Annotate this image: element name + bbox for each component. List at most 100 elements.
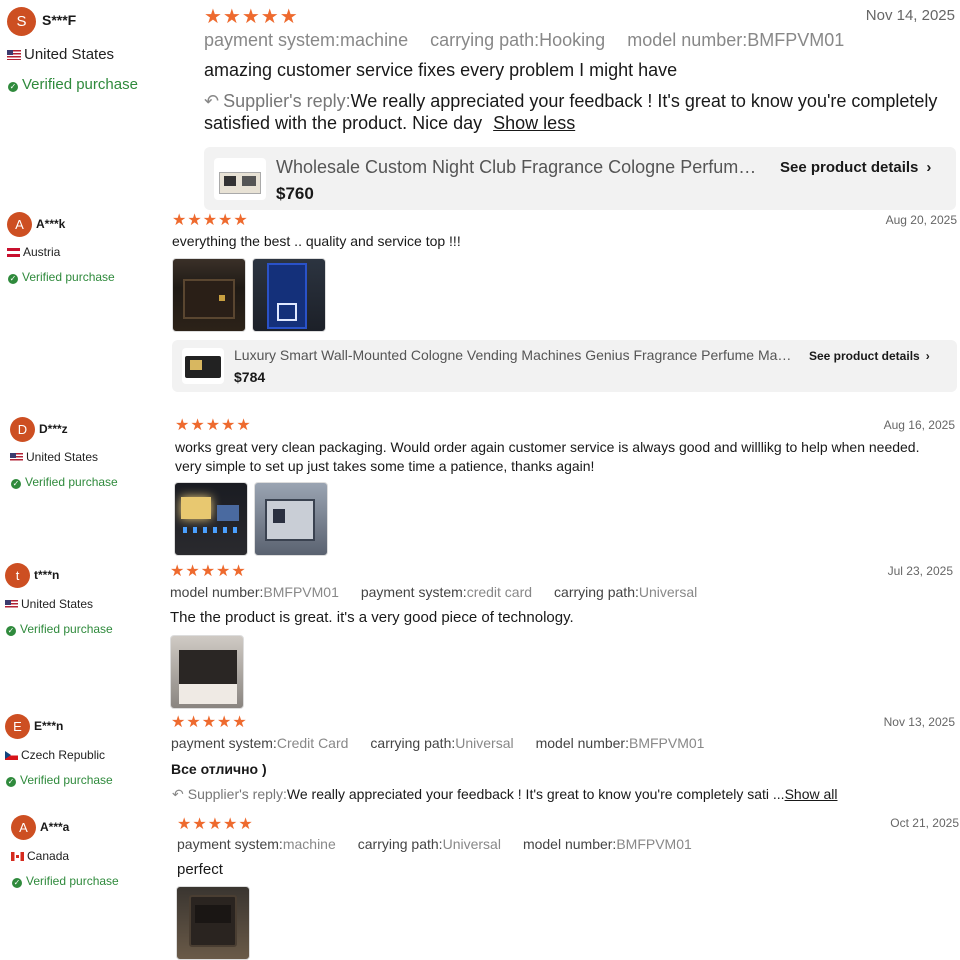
review-text: The the product is great. it's a very go… bbox=[170, 609, 574, 626]
see-details-label: See product details bbox=[809, 349, 920, 363]
verified-check-icon: ✓ bbox=[8, 274, 18, 284]
attr-value: Hooking bbox=[539, 30, 606, 50]
avatar: t bbox=[5, 563, 30, 588]
attr-key: payment system: bbox=[204, 30, 341, 50]
review-date: Aug 20, 2025 bbox=[885, 213, 957, 227]
reviewer-country: Austria bbox=[7, 245, 60, 259]
avatar: S bbox=[7, 7, 36, 36]
product-card[interactable]: Wholesale Custom Night Club Fragrance Co… bbox=[204, 147, 956, 210]
verified-check-icon: ✓ bbox=[8, 82, 18, 92]
review-photos bbox=[170, 635, 244, 709]
product-title[interactable]: Luxury Smart Wall-Mounted Cologne Vendin… bbox=[234, 347, 794, 363]
see-details-label: See product details bbox=[780, 159, 919, 176]
review-photo[interactable] bbox=[170, 635, 244, 709]
reviewer-country: United States bbox=[7, 46, 114, 63]
reply-text: We really appreciated your feedback ! It… bbox=[286, 786, 785, 802]
verified-label: Verified purchase bbox=[22, 76, 138, 93]
review-text: everything the best .. quality and servi… bbox=[172, 233, 461, 249]
review-date: Jul 23, 2025 bbox=[887, 564, 953, 578]
czech-flag-icon bbox=[5, 751, 18, 760]
review-photo[interactable] bbox=[252, 258, 326, 332]
attr-value: credit card bbox=[466, 584, 533, 600]
verified-check-icon: ✓ bbox=[6, 777, 16, 787]
reply-label: Supplier's reply: bbox=[187, 786, 287, 802]
attr-value: BMFPVM01 bbox=[616, 836, 692, 852]
product-price: $784 bbox=[234, 369, 266, 385]
verified-label: Verified purchase bbox=[22, 270, 115, 284]
star-rating: ★★★★★ bbox=[204, 6, 299, 28]
verified-badge: ✓ Verified purchase bbox=[11, 475, 118, 489]
reviewer-name: E***n bbox=[34, 719, 64, 733]
product-thumbnail bbox=[182, 348, 224, 384]
attr-key: carrying path: bbox=[430, 30, 540, 50]
reviewer-country: United States bbox=[10, 450, 98, 464]
reply-icon: ↶ bbox=[172, 786, 184, 802]
review-date: Aug 16, 2025 bbox=[883, 418, 955, 432]
austria-flag-icon bbox=[7, 248, 20, 257]
country-label: Canada bbox=[27, 849, 70, 863]
review-card: D D***z United States ✓ Verified purchase… bbox=[0, 410, 960, 560]
supplier-reply: ↶ Supplier's reply:We really appreciated … bbox=[204, 90, 956, 134]
product-card[interactable]: Luxury Smart Wall-Mounted Cologne Vendin… bbox=[172, 340, 957, 392]
verified-badge: ✓ Verified purchase bbox=[6, 773, 113, 787]
review-photos bbox=[172, 258, 326, 332]
verified-check-icon: ✓ bbox=[11, 479, 21, 489]
attr-key: model number: bbox=[170, 584, 264, 600]
reply-label: Supplier's reply: bbox=[223, 91, 351, 111]
verified-label: Verified purchase bbox=[25, 475, 118, 489]
avatar: E bbox=[5, 714, 30, 739]
verified-badge: ✓ Verified purchase bbox=[8, 270, 115, 284]
reviewer-name: t***n bbox=[34, 568, 60, 582]
review-photo[interactable] bbox=[254, 482, 328, 556]
product-thumbnail bbox=[214, 158, 266, 200]
review-date: Oct 21, 2025 bbox=[890, 816, 959, 830]
see-product-details-link[interactable]: See product details › bbox=[809, 349, 930, 363]
see-product-details-link[interactable]: See product details › bbox=[780, 159, 931, 176]
chevron-right-icon: › bbox=[925, 349, 930, 363]
show-less-link[interactable]: Show less bbox=[493, 113, 575, 133]
attr-key: payment system: bbox=[177, 836, 283, 852]
review-text: Все отлично ) bbox=[171, 761, 267, 777]
review-card: A A***a Canada ✓ Verified purchase ★★★★★ … bbox=[0, 810, 960, 960]
review-card: S S***F United States ✓ Verified purchase… bbox=[0, 0, 960, 210]
review-photo[interactable] bbox=[172, 258, 246, 332]
attr-key: carrying path: bbox=[370, 735, 456, 751]
reviewer-name: D***z bbox=[39, 422, 68, 436]
show-all-link[interactable]: Show all bbox=[785, 786, 838, 802]
reviewer-country: Czech Republic bbox=[5, 748, 105, 762]
review-text: works great very clean packaging. Would … bbox=[175, 439, 920, 474]
verified-badge: ✓ Verified purchase bbox=[8, 76, 138, 93]
sku-attributes: model number:BMFPVM01 payment system:cred… bbox=[170, 584, 719, 600]
avatar: D bbox=[10, 417, 35, 442]
us-flag-icon bbox=[5, 600, 18, 609]
us-flag-icon bbox=[7, 50, 21, 60]
attr-key: model number: bbox=[627, 30, 748, 50]
reviewer-country: Canada bbox=[11, 849, 69, 863]
attr-value: Universal bbox=[638, 584, 698, 600]
reply-icon: ↶ bbox=[204, 91, 220, 111]
attr-key: carrying path: bbox=[554, 584, 639, 600]
country-label: Czech Republic bbox=[21, 748, 106, 762]
review-photo[interactable] bbox=[176, 886, 250, 960]
star-rating: ★★★★★ bbox=[175, 417, 252, 434]
sku-attributes: payment system:machine carrying path:Univ… bbox=[177, 836, 714, 852]
attr-value: machine bbox=[282, 836, 336, 852]
attr-key: payment system: bbox=[360, 584, 467, 600]
star-rating: ★★★★★ bbox=[171, 714, 248, 731]
country-label: United States bbox=[26, 450, 99, 464]
review-photos bbox=[174, 482, 328, 556]
review-text: perfect bbox=[177, 861, 223, 878]
review-text: amazing customer service fixes every pro… bbox=[204, 60, 678, 80]
attr-key: model number: bbox=[522, 836, 617, 852]
attr-key: model number: bbox=[535, 735, 629, 751]
canada-flag-icon bbox=[11, 852, 24, 861]
reviewer-name: A***k bbox=[36, 217, 66, 231]
attr-key: carrying path: bbox=[357, 836, 443, 852]
sku-attributes: payment system:Credit Card carrying path:… bbox=[171, 735, 726, 751]
us-flag-icon bbox=[10, 453, 23, 462]
review-date: Nov 14, 2025 bbox=[865, 7, 955, 24]
product-title[interactable]: Wholesale Custom Night Club Fragrance Co… bbox=[276, 157, 766, 178]
attr-value: BMFPVM01 bbox=[629, 735, 705, 751]
country-label: United States bbox=[24, 46, 115, 63]
review-photo[interactable] bbox=[174, 482, 248, 556]
